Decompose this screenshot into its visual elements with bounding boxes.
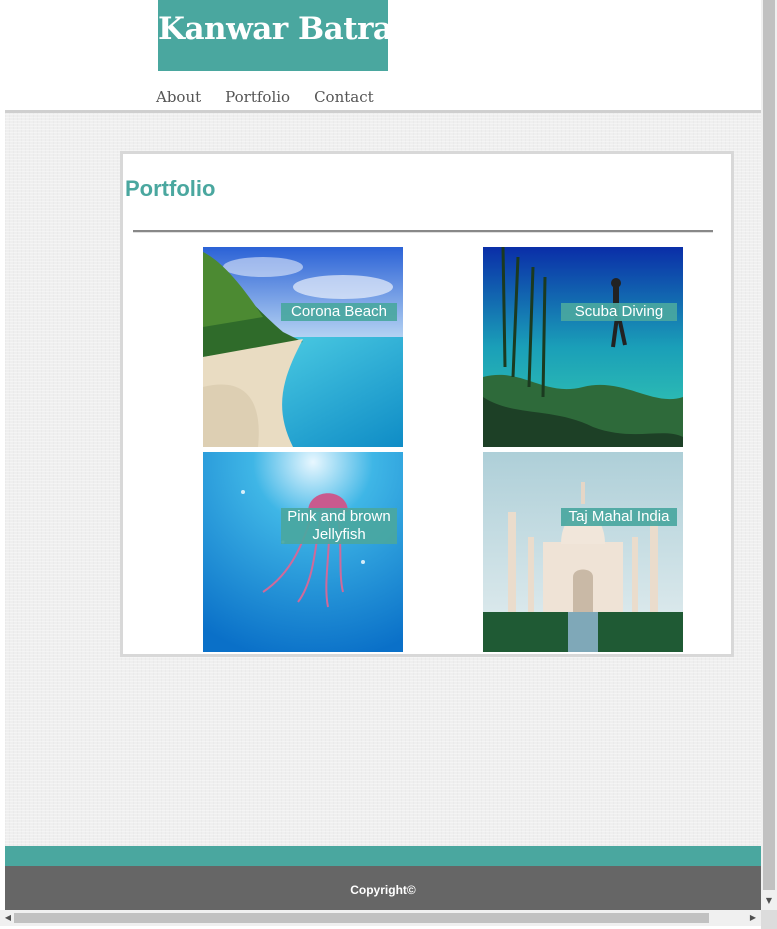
- tile-caption: Taj Mahal India: [561, 508, 677, 526]
- portfolio-heading: Portfolio: [125, 176, 216, 201]
- portfolio-tile-scuba[interactable]: Scuba Diving: [483, 247, 683, 447]
- divider: [133, 230, 713, 233]
- tile-caption: Scuba Diving: [561, 303, 677, 321]
- site-footer: Copyright©: [5, 866, 761, 910]
- jellyfish-image: [203, 452, 403, 652]
- main-nav: About Portfolio Contact: [156, 87, 398, 107]
- browser-frame: Kanwar Batra About Portfolio Contact Por…: [0, 0, 777, 929]
- portfolio-tile-taj-mahal[interactable]: Taj Mahal India: [483, 452, 683, 652]
- scuba-image: [483, 247, 683, 447]
- portfolio-tile-jellyfish[interactable]: Pink and brown Jellyfish: [203, 452, 403, 652]
- nav-link-contact[interactable]: Contact: [314, 87, 374, 107]
- horizontal-scroll-thumb[interactable]: [14, 913, 709, 923]
- arrow-right-icon[interactable]: ▶: [745, 910, 761, 926]
- nav-link-portfolio[interactable]: Portfolio: [225, 87, 290, 107]
- tile-caption: Pink and brown Jellyfish: [281, 508, 397, 544]
- vertical-scrollbar[interactable]: ▼: [761, 0, 777, 910]
- nav-link-about[interactable]: About: [156, 87, 201, 107]
- taj-mahal-image: [483, 452, 683, 652]
- horizontal-scrollbar[interactable]: ◀ ▶: [0, 910, 761, 926]
- scrollbar-corner: [761, 910, 777, 929]
- site-header: Kanwar Batra About Portfolio Contact: [5, 0, 761, 113]
- site-logo[interactable]: Kanwar Batra: [158, 0, 388, 71]
- page-viewport: Kanwar Batra About Portfolio Contact Por…: [5, 0, 761, 910]
- vertical-scroll-thumb[interactable]: [763, 0, 775, 890]
- arrow-down-icon[interactable]: ▼: [761, 893, 777, 909]
- beach-image: [203, 247, 403, 447]
- copyright-text: Copyright©: [350, 883, 416, 897]
- tile-caption: Corona Beach: [281, 303, 397, 321]
- portfolio-tile-beach[interactable]: Corona Beach: [203, 247, 403, 447]
- portfolio-card: Portfolio Corona Beach Scuba Diving Pink…: [120, 151, 734, 657]
- footer-accent-band: [5, 846, 761, 866]
